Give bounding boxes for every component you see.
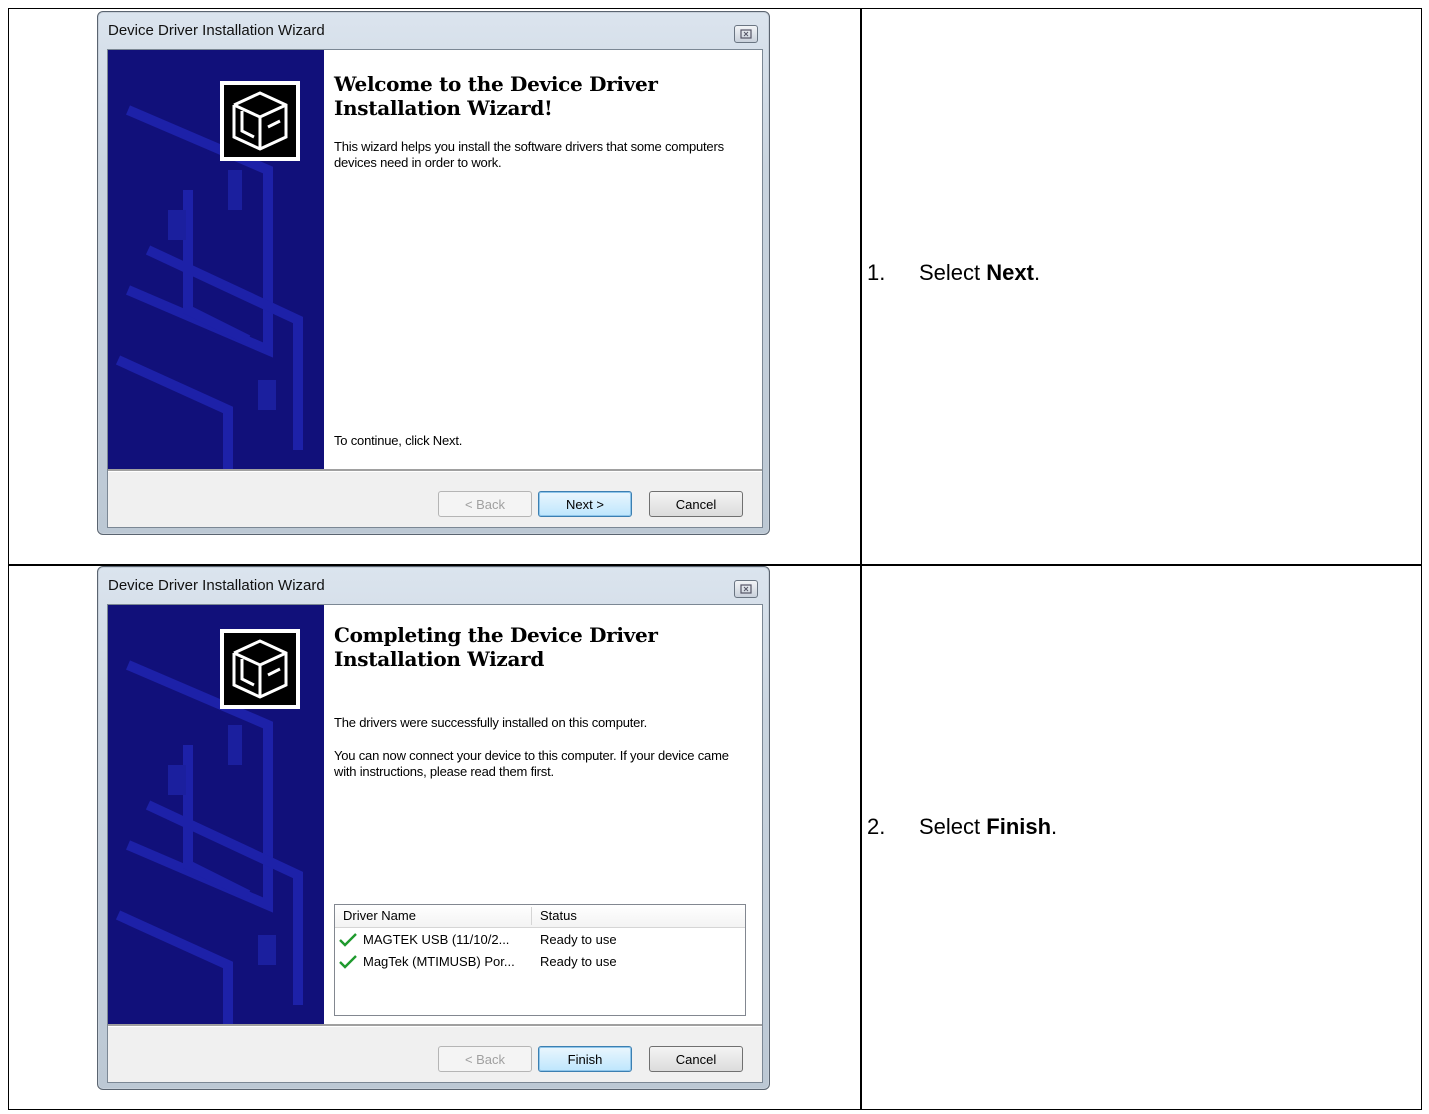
close-icon <box>740 584 752 594</box>
check-icon <box>339 933 357 947</box>
wizard-window-complete: Device Driver Installation Wizard Comple… <box>97 566 770 1090</box>
wizard-continue-text: To continue, click Next. <box>334 433 463 448</box>
step-keyword: Finish <box>986 814 1052 839</box>
wizard-client-area: Welcome to the Device Driver Installatio… <box>107 49 763 528</box>
column-header-driver-name[interactable]: Driver Name <box>343 908 416 923</box>
driver-status: Ready to use <box>540 932 617 947</box>
close-icon <box>740 29 752 39</box>
wizard-heading: Welcome to the Device Driver Installatio… <box>334 72 658 120</box>
table-column-divider <box>860 9 862 1109</box>
wizard-client-area: Completing the Device Driver Installatio… <box>107 604 763 1083</box>
driver-name: MagTek (MTIMUSB) Por... <box>363 954 515 969</box>
back-button[interactable]: < Back <box>438 491 532 517</box>
window-title: Device Driver Installation Wizard <box>108 577 325 594</box>
setup-box-icon <box>220 81 300 161</box>
wizard-window-welcome: Device Driver Installation Wizard Welcom… <box>97 11 770 535</box>
driver-name: MAGTEK USB (11/10/2... <box>363 932 510 947</box>
step-1-text: 1. Select Next. <box>867 260 1041 285</box>
wizard-sidebar-banner <box>108 50 324 469</box>
window-title: Device Driver Installation Wizard <box>108 22 325 39</box>
wizard-button-bar: < Back Finish Cancel <box>108 1027 762 1082</box>
column-header-status[interactable]: Status <box>540 908 577 923</box>
cancel-button[interactable]: Cancel <box>649 491 743 517</box>
setup-box-icon <box>220 629 300 709</box>
wizard-instructions-text: You can now connect your device to this … <box>334 748 729 779</box>
driver-list-header: Driver Name Status <box>335 905 745 928</box>
driver-list: Driver Name Status MAGTEK USB (11/10/2..… <box>334 904 746 1016</box>
next-button[interactable]: Next > <box>538 491 632 517</box>
driver-status: Ready to use <box>540 954 617 969</box>
close-button[interactable] <box>734 580 758 598</box>
check-icon <box>339 955 357 969</box>
list-item[interactable]: MagTek (MTIMUSB) Por... Ready to use <box>339 952 739 972</box>
list-item[interactable]: MAGTEK USB (11/10/2... Ready to use <box>339 930 739 950</box>
back-button[interactable]: < Back <box>438 1046 532 1072</box>
wizard-content-pane: Welcome to the Device Driver Installatio… <box>324 50 762 469</box>
step-number: 1. <box>867 260 886 285</box>
wizard-content-pane: Completing the Device Driver Installatio… <box>324 605 762 1024</box>
step-2-text: 2. Select Finish. <box>867 814 1058 839</box>
wizard-success-text: The drivers were successfully installed … <box>334 715 648 730</box>
wizard-intro-text: This wizard helps you install the softwa… <box>334 139 724 170</box>
wizard-heading: Completing the Device Driver Installatio… <box>334 623 658 671</box>
wizard-button-bar: < Back Next > Cancel <box>108 472 762 527</box>
finish-button[interactable]: Finish <box>538 1046 632 1072</box>
close-button[interactable] <box>734 25 758 43</box>
wizard-sidebar-banner <box>108 605 324 1024</box>
cancel-button[interactable]: Cancel <box>649 1046 743 1072</box>
step-keyword: Next <box>986 260 1034 285</box>
step-number: 2. <box>867 814 886 839</box>
column-divider[interactable] <box>531 907 532 925</box>
